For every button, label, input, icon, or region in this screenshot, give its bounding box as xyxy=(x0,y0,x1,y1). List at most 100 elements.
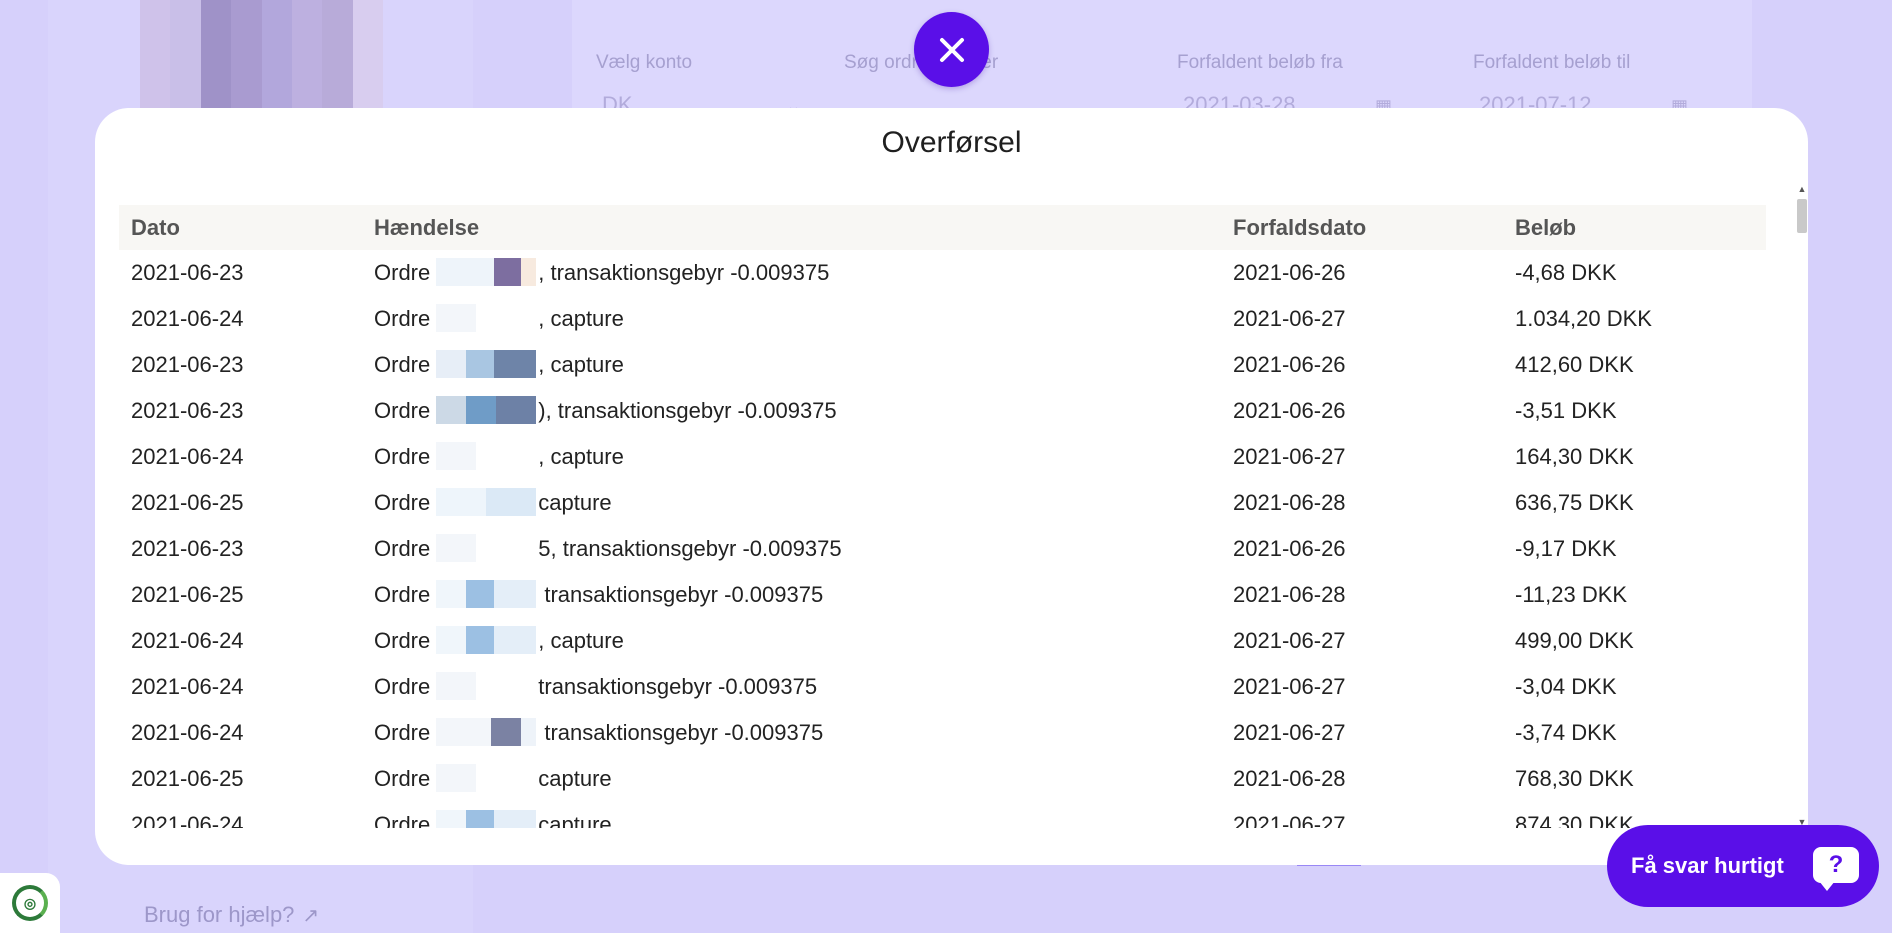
cell-belob: -9,17 DKK xyxy=(1515,536,1617,561)
column-header-dato[interactable]: Dato xyxy=(131,205,180,250)
order-prefix: Ordre xyxy=(374,444,431,469)
transfer-table: Dato Hændelse Forfaldsdato Beløb 2021-06… xyxy=(119,183,1791,828)
recycle-logo-icon: ◎ xyxy=(12,885,48,921)
cell-forfaldsdato: 2021-06-27 xyxy=(1233,306,1346,331)
logo-pixel xyxy=(170,81,201,108)
table-row[interactable]: 2021-06-23 Ordre , capture 2021-06-26 412,60… xyxy=(119,342,1766,388)
logo-pixel xyxy=(291,0,323,27)
logo-pixel xyxy=(170,0,201,27)
table-row[interactable]: 2021-06-24 Ordre capture 2021-06-27 874,30 D… xyxy=(119,802,1766,828)
logo-pixel xyxy=(170,27,201,54)
cell-haendelse: Ordre , capture xyxy=(374,618,624,664)
quick-help-button[interactable]: Få svar hurtigt ? xyxy=(1607,825,1879,907)
cell-dato: 2021-06-24 xyxy=(131,628,244,653)
logo-pixel xyxy=(261,0,292,27)
redacted-order-number xyxy=(436,718,537,747)
cell-forfaldsdato: 2021-06-28 xyxy=(1233,490,1346,515)
logo-pixel xyxy=(322,81,353,108)
cell-haendelse: Ordre 5, transaktionsgebyr -0.009375 xyxy=(374,526,842,572)
event-suffix: , capture xyxy=(538,306,624,331)
logo-pixel xyxy=(352,0,383,27)
table-row[interactable]: 2021-06-23 Ordre), transaktionsgebyr -0.0… xyxy=(119,388,1766,434)
event-suffix: 5, transaktionsgebyr -0.009375 xyxy=(538,536,842,561)
table-row[interactable]: 2021-06-25 Ordre capture 2021-06-28 636,75 D… xyxy=(119,480,1766,526)
table-row[interactable]: 2021-06-24 Ordre , capture 2021-06-27 1.034,… xyxy=(119,296,1766,342)
table-row[interactable]: 2021-06-23 Ordre , transaktionsgebyr -0.00… xyxy=(119,250,1766,296)
cell-belob: 768,30 DKK xyxy=(1515,766,1634,791)
modal-close-button[interactable] xyxy=(914,12,989,87)
table-row[interactable]: 2021-06-24 Ordre transaktionsgebyr -0.0093… xyxy=(119,664,1766,710)
event-suffix: transaktionsgebyr -0.009375 xyxy=(538,674,818,699)
cell-belob: 636,75 DKK xyxy=(1515,490,1634,515)
table-row[interactable]: 2021-06-24 Ordre , capture 2021-06-27 164,30… xyxy=(119,434,1766,480)
order-prefix: Ordre xyxy=(374,536,431,561)
cell-belob: -3,74 DKK xyxy=(1515,720,1617,745)
order-prefix: Ordre xyxy=(374,582,431,607)
order-prefix: Ordre xyxy=(374,766,431,791)
table-row[interactable]: 2021-06-24 Ordre transaktionsgebyr -0.009… xyxy=(119,710,1766,756)
logo-pixel xyxy=(140,0,171,27)
cell-haendelse: Ordre , transaktionsgebyr -0.009375 xyxy=(374,250,829,296)
redacted-order-number xyxy=(436,396,537,425)
due-to-filter[interactable]: Forfaldent beløb til 2021-07-12 ▦ xyxy=(1473,52,1698,121)
cell-dato: 2021-06-23 xyxy=(131,352,244,377)
logo-pixel xyxy=(261,54,292,81)
logo-pixel xyxy=(231,81,262,108)
modal-title: Overførsel xyxy=(881,126,1022,159)
cell-belob: -11,23 DKK xyxy=(1515,582,1628,607)
event-suffix: transaktionsgebyr -0.009375 xyxy=(538,582,824,607)
table-header: Dato Hændelse Forfaldsdato Beløb xyxy=(119,205,1766,250)
table-row[interactable]: 2021-06-23 Ordre 5, transaktionsgebyr -0.0… xyxy=(119,526,1766,572)
cell-forfaldsdato: 2021-06-26 xyxy=(1233,398,1346,423)
order-prefix: Ordre xyxy=(374,260,431,285)
cell-haendelse: Ordre capture xyxy=(374,802,612,828)
redacted-order-number xyxy=(436,764,537,793)
cell-belob: 874,30 DKK xyxy=(1515,812,1634,828)
cell-haendelse: Ordre , capture xyxy=(374,296,624,342)
logo-pixel xyxy=(291,54,323,81)
close-x-icon xyxy=(939,37,964,62)
cell-haendelse: Ordre , capture xyxy=(374,434,624,480)
cell-belob: -3,51 DKK xyxy=(1515,398,1617,423)
logo-pixel xyxy=(352,27,383,54)
scroll-thumb[interactable] xyxy=(1797,199,1807,233)
logo-pixel xyxy=(352,54,383,81)
logo-pixel xyxy=(140,81,171,108)
cell-dato: 2021-06-23 xyxy=(131,260,244,285)
order-prefix: Ordre xyxy=(374,628,431,653)
cell-dato: 2021-06-24 xyxy=(131,720,244,745)
due-from-filter[interactable]: Forfaldent beløb fra 2021-03-28 ▦ xyxy=(1177,52,1402,121)
cell-dato: 2021-06-24 xyxy=(131,812,244,828)
account-filter[interactable]: Vælg konto DK ⌄ xyxy=(596,52,806,121)
cell-belob: 164,30 DKK xyxy=(1515,444,1634,469)
cell-belob: 412,60 DKK xyxy=(1515,352,1634,377)
event-suffix: capture xyxy=(538,766,612,791)
redacted-order-number xyxy=(436,304,537,333)
logo-pixel xyxy=(322,0,353,27)
logo-pixel xyxy=(200,0,232,27)
column-header-belob[interactable]: Beløb xyxy=(1515,205,1576,250)
logo-pixel xyxy=(170,54,201,81)
table-scrollbar[interactable]: ▲ ▼ xyxy=(1795,183,1809,828)
logo-pixel xyxy=(140,27,171,54)
logo-pixel xyxy=(291,27,323,54)
cell-forfaldsdato: 2021-06-26 xyxy=(1233,352,1346,377)
column-header-forfaldsdato[interactable]: Forfaldsdato xyxy=(1233,205,1366,250)
cell-dato: 2021-06-23 xyxy=(131,536,244,561)
scroll-up-arrow-icon[interactable]: ▲ xyxy=(1795,183,1809,195)
table-row[interactable]: 2021-06-24 Ordre , capture 2021-06-27 499,00… xyxy=(119,618,1766,664)
table-row[interactable]: 2021-06-25 Ordre capture 2021-06-28 768,30 D… xyxy=(119,756,1766,802)
order-prefix: Ordre xyxy=(374,490,431,515)
logo-pixel xyxy=(261,81,292,108)
column-header-haendelse[interactable]: Hændelse xyxy=(374,205,479,250)
redacted-order-number xyxy=(436,626,537,655)
logo-pixel xyxy=(231,0,262,27)
cell-forfaldsdato: 2021-06-27 xyxy=(1233,812,1346,828)
event-suffix: ), transaktionsgebyr -0.009375 xyxy=(538,398,837,423)
corner-badge[interactable]: ◎ xyxy=(0,873,60,933)
help-link[interactable]: Brug for hjælp? ↗ xyxy=(144,902,319,928)
table-row[interactable]: 2021-06-25 Ordre transaktionsgebyr -0.009… xyxy=(119,572,1766,618)
cell-forfaldsdato: 2021-06-28 xyxy=(1233,582,1346,607)
cell-belob: -4,68 DKK xyxy=(1515,260,1617,285)
order-prefix: Ordre xyxy=(374,720,431,745)
